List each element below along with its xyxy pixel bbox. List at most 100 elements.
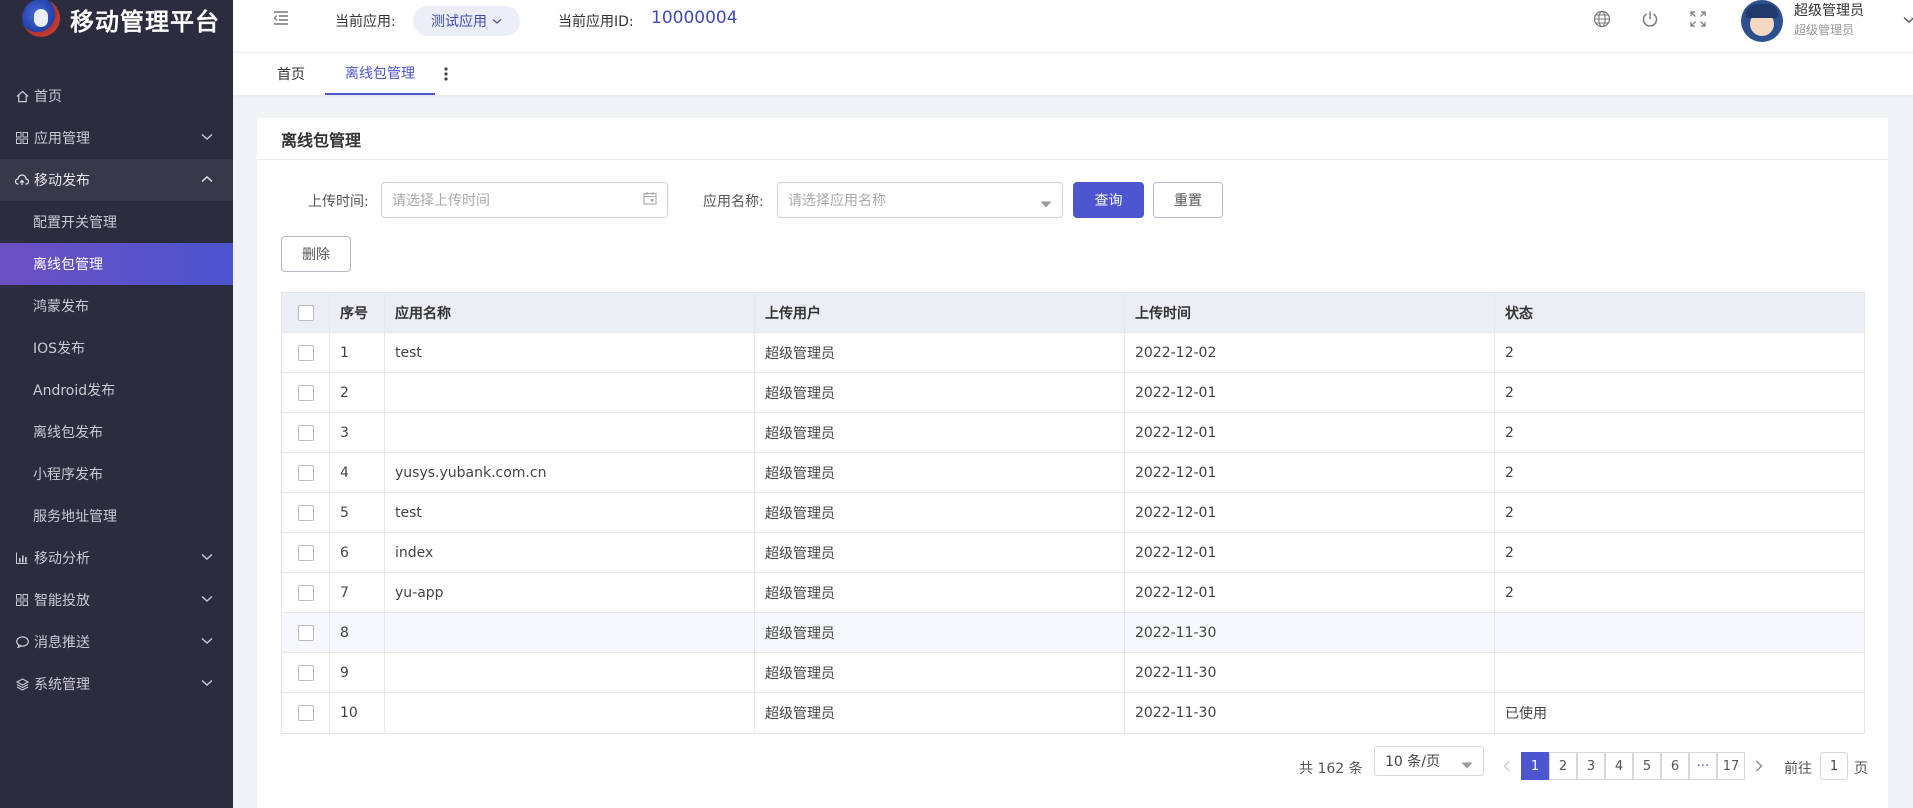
sidebar-subitem-miniprogram-release[interactable]: 小程序发布 <box>0 453 233 495</box>
sidebar-subitem-android-release[interactable]: Android发布 <box>0 369 233 411</box>
app-name-label: 应用名称: <box>703 194 764 210</box>
page-button-6[interactable]: 6 <box>1661 752 1689 780</box>
sidebar-item-message-push[interactable]: 消息推送 <box>0 621 233 663</box>
user-name[interactable]: 超级管理员 <box>1794 0 1864 20</box>
cell-app-name <box>385 653 755 692</box>
caret-down-icon <box>1461 757 1473 773</box>
tab-home[interactable]: 首页 <box>277 53 305 95</box>
fullscreen-icon[interactable] <box>1689 10 1707 32</box>
current-app-select[interactable]: 测试应用 <box>413 6 520 36</box>
goto-suffix: 页 <box>1854 761 1868 777</box>
chevron-down-icon <box>201 591 213 607</box>
sidebar-subitem-ios-release[interactable]: IOS发布 <box>0 327 233 369</box>
row-checkbox-cell <box>282 693 330 733</box>
table-row[interactable]: 1 test 超级管理员 2022-12-02 2 <box>282 333 1864 373</box>
avatar[interactable] <box>1741 0 1783 42</box>
page-button-17[interactable]: 17 <box>1717 752 1745 780</box>
page-button-3[interactable]: 3 <box>1577 752 1605 780</box>
prev-page-button[interactable] <box>1493 752 1521 780</box>
page-button-2[interactable]: 2 <box>1549 752 1577 780</box>
row-checkbox[interactable] <box>297 664 314 681</box>
page-size-select[interactable]: 10 条/页 <box>1374 746 1484 776</box>
table-row[interactable]: 7 yu-app 超级管理员 2022-12-01 2 <box>282 573 1864 613</box>
row-checkbox[interactable] <box>297 384 314 401</box>
row-checkbox[interactable] <box>297 624 314 641</box>
row-checkbox[interactable] <box>297 424 314 441</box>
sidebar-subitem-offline-package-release[interactable]: 离线包发布 <box>0 411 233 453</box>
cell-app-name: test <box>385 333 755 372</box>
power-icon[interactable] <box>1641 10 1659 32</box>
table-row[interactable]: 9 超级管理员 2022-11-30 <box>282 653 1864 693</box>
sidebar-item-system-management[interactable]: 系统管理 <box>0 663 233 705</box>
cell-upload-time: 2022-12-01 <box>1125 533 1495 572</box>
select-all-checkbox[interactable] <box>297 304 314 321</box>
chevron-down-icon <box>201 129 213 145</box>
sidebar-subitem-offline-package[interactable]: 离线包管理 <box>0 243 233 285</box>
row-checkbox[interactable] <box>297 584 314 601</box>
tab-offline-package[interactable]: 离线包管理 <box>325 53 435 95</box>
upload-time-input[interactable]: 请选择上传时间 <box>381 182 668 218</box>
menu-fold-icon[interactable] <box>273 10 289 30</box>
row-checkbox[interactable] <box>297 464 314 481</box>
sidebar-item-smart-delivery[interactable]: 智能投放 <box>0 579 233 621</box>
row-checkbox[interactable] <box>297 544 314 561</box>
chevron-down-icon <box>201 675 213 691</box>
sidebar-item-label: 应用管理 <box>34 131 90 147</box>
sidebar-item-mobile-release[interactable]: 移动发布 <box>0 159 233 201</box>
table-row[interactable]: 3 超级管理员 2022-12-01 2 <box>282 413 1864 453</box>
sidebar-subitem-service-address[interactable]: 服务地址管理 <box>0 495 233 537</box>
sidebar-subitem-config-switch[interactable]: 配置开关管理 <box>0 201 233 243</box>
sidebar-subitem-harmony-release[interactable]: 鸿蒙发布 <box>0 285 233 327</box>
row-checkbox-cell <box>282 333 330 372</box>
cell-upload-user: 超级管理员 <box>755 413 1125 452</box>
row-checkbox[interactable] <box>297 504 314 521</box>
goto-page-input[interactable]: 1 <box>1820 752 1848 780</box>
chevron-up-icon <box>201 171 213 187</box>
globe-icon[interactable] <box>1593 10 1611 32</box>
cell-no: 5 <box>330 493 385 532</box>
app-name-select[interactable]: 请选择应用名称 <box>777 182 1063 218</box>
column-header-upload-user: 上传用户 <box>755 293 1125 332</box>
sidebar-item-home[interactable]: 首页 <box>0 75 233 117</box>
delete-button[interactable]: 删除 <box>281 236 351 272</box>
cell-upload-user: 超级管理员 <box>755 613 1125 652</box>
row-checkbox-cell <box>282 613 330 652</box>
sidebar-item-label: 移动分析 <box>34 551 90 567</box>
chevron-down-icon <box>492 18 502 25</box>
row-checkbox[interactable] <box>297 344 314 361</box>
sidebar-item-label: 移动发布 <box>34 173 90 189</box>
next-page-button[interactable] <box>1745 752 1773 780</box>
page-button-4[interactable]: 4 <box>1605 752 1633 780</box>
table-row[interactable]: 5 test 超级管理员 2022-12-01 2 <box>282 493 1864 533</box>
cell-app-name <box>385 413 755 452</box>
row-checkbox-cell <box>282 573 330 612</box>
table-row[interactable]: 4 yusys.yubank.com.cn 超级管理员 2022-12-01 2 <box>282 453 1864 493</box>
more-vertical-icon[interactable] <box>443 65 449 87</box>
cell-app-name: yusys.yubank.com.cn <box>385 453 755 492</box>
grid-icon <box>14 132 30 144</box>
content-card: 离线包管理 上传时间: 请选择上传时间 应用名称: 请选择应用名称 查询 重置 … <box>257 118 1888 808</box>
table-row[interactable]: 6 index 超级管理员 2022-12-01 2 <box>282 533 1864 573</box>
brand-logo <box>22 0 60 37</box>
column-header-app-name: 应用名称 <box>385 293 755 332</box>
page-ellipsis-button[interactable]: ··· <box>1689 752 1717 780</box>
page-button-1[interactable]: 1 <box>1521 752 1549 780</box>
chevron-down-icon[interactable] <box>1903 12 1913 28</box>
table-row[interactable]: 2 超级管理员 2022-12-01 2 <box>282 373 1864 413</box>
cell-no: 8 <box>330 613 385 652</box>
sidebar-item-app-management[interactable]: 应用管理 <box>0 117 233 159</box>
cell-no: 10 <box>330 693 385 733</box>
sidebar-item-mobile-analysis[interactable]: 移动分析 <box>0 537 233 579</box>
page-button-5[interactable]: 5 <box>1633 752 1661 780</box>
cell-app-name <box>385 613 755 652</box>
query-button[interactable]: 查询 <box>1073 182 1144 218</box>
row-checkbox[interactable] <box>297 705 314 721</box>
caret-down-icon <box>1040 196 1052 212</box>
app-name-placeholder: 请选择应用名称 <box>788 193 886 209</box>
table-row[interactable]: 10 超级管理员 2022-11-30 已使用 <box>282 693 1864 733</box>
cell-upload-time: 2022-11-30 <box>1125 653 1495 692</box>
table-row[interactable]: 8 超级管理员 2022-11-30 <box>282 613 1864 653</box>
reset-button[interactable]: 重置 <box>1153 182 1223 218</box>
home-icon <box>14 90 30 103</box>
column-header-status: 状态 <box>1505 305 1533 322</box>
